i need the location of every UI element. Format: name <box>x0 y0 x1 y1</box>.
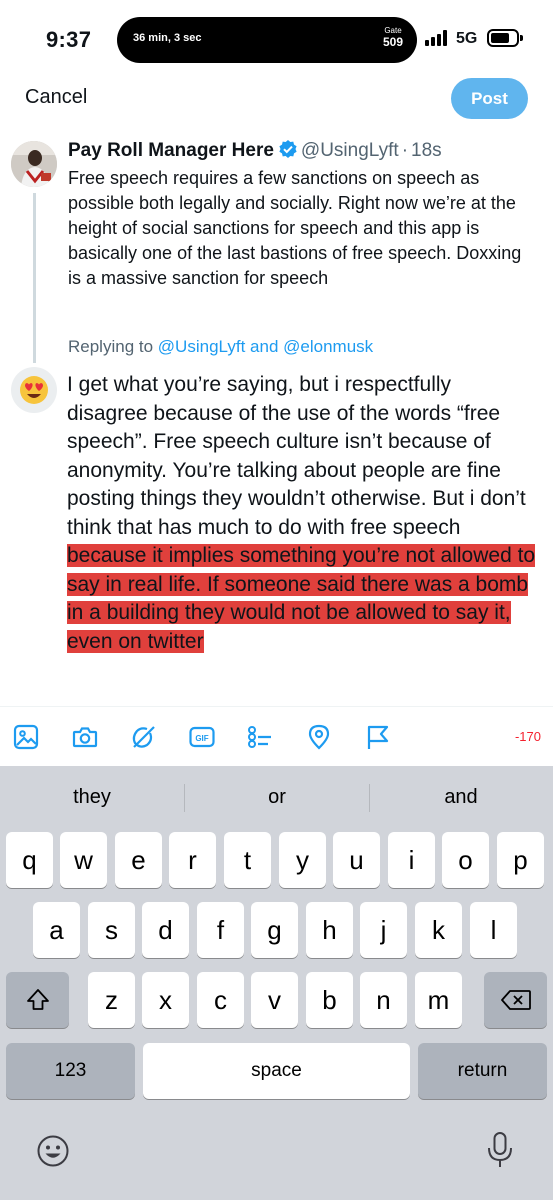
reply-text-area[interactable]: I get what you’re saying, but i respectf… <box>67 371 537 656</box>
verified-badge-icon <box>278 139 298 165</box>
return-key[interactable]: return <box>418 1043 547 1099</box>
key-b[interactable]: b <box>306 972 353 1028</box>
user-avatar[interactable] <box>11 367 57 413</box>
key-i[interactable]: i <box>388 832 435 888</box>
replying-prefix: Replying to <box>68 337 154 356</box>
tweet-header: Pay Roll Manager Here @UsingLyft · 18s <box>68 139 442 165</box>
separator-dot: · <box>401 140 409 161</box>
backspace-icon <box>500 990 531 1010</box>
key-u[interactable]: u <box>333 832 380 888</box>
key-d[interactable]: d <box>142 902 189 958</box>
original-tweet-text: Free speech requires a few sanctions on … <box>68 168 522 288</box>
location-icon[interactable] <box>305 723 333 751</box>
keyboard: they or and q w e r t y u i o p a s d f … <box>0 766 553 1200</box>
shift-icon <box>26 989 49 1010</box>
signal-icon <box>425 30 449 46</box>
key-r[interactable]: r <box>169 832 216 888</box>
replying-conjunction: and <box>250 337 279 356</box>
key-t[interactable]: t <box>224 832 271 888</box>
suggestion-and[interactable]: and <box>369 786 553 809</box>
compose-toolbar: GIF -170 <box>0 706 553 766</box>
image-icon[interactable] <box>12 723 40 751</box>
space-key[interactable]: space <box>143 1043 410 1099</box>
flag-icon[interactable] <box>364 723 392 751</box>
gif-label: GIF <box>195 734 208 743</box>
key-e[interactable]: e <box>115 832 162 888</box>
key-v[interactable]: v <box>251 972 298 1028</box>
live-activity-timer: 36 min, 3 sec <box>133 32 202 44</box>
poll-icon[interactable] <box>246 723 274 751</box>
key-l[interactable]: l <box>470 902 517 958</box>
dynamic-island[interactable]: 36 min, 3 sec Gate 509 <box>117 17 417 63</box>
original-tweet-avatar[interactable] <box>11 141 57 187</box>
key-m[interactable]: m <box>415 972 462 1028</box>
cancel-button[interactable]: Cancel <box>25 86 87 109</box>
tweet-timestamp: 18s <box>411 140 442 161</box>
shift-key[interactable] <box>6 972 69 1028</box>
key-y[interactable]: y <box>279 832 326 888</box>
status-time: 9:37 <box>46 27 92 52</box>
highlighted-text: because it implies something you’re not … <box>67 544 536 653</box>
replying-to: Replying to @UsingLyft and @elonmusk <box>68 337 373 357</box>
key-z[interactable]: z <box>88 972 135 1028</box>
key-q[interactable]: q <box>6 832 53 888</box>
key-h[interactable]: h <box>306 902 353 958</box>
key-p[interactable]: p <box>497 832 544 888</box>
key-o[interactable]: o <box>442 832 489 888</box>
reply-text: I get what you’re saying, but i respectf… <box>67 373 526 539</box>
gate-label: Gate <box>384 26 402 35</box>
key-f[interactable]: f <box>197 902 244 958</box>
suggestion-or[interactable]: or <box>185 786 369 809</box>
key-j[interactable]: j <box>360 902 407 958</box>
key-s[interactable]: s <box>88 902 135 958</box>
author-handle[interactable]: @UsingLyft <box>301 140 399 161</box>
gate-number: 509 <box>382 35 403 49</box>
numbers-key[interactable]: 123 <box>6 1043 135 1099</box>
key-g[interactable]: g <box>251 902 298 958</box>
key-w[interactable]: w <box>60 832 107 888</box>
key-c[interactable]: c <box>197 972 244 1028</box>
thread-line <box>33 193 36 363</box>
mention-usinglyft[interactable]: @UsingLyft <box>158 337 246 356</box>
network-type: 5G <box>456 30 478 47</box>
camera-icon[interactable] <box>71 723 99 751</box>
key-k[interactable]: k <box>415 902 462 958</box>
key-x[interactable]: x <box>142 972 189 1028</box>
battery-icon <box>487 29 519 47</box>
suggestion-they[interactable]: they <box>0 786 184 809</box>
key-a[interactable]: a <box>33 902 80 958</box>
author-name[interactable]: Pay Roll Manager Here <box>68 140 274 161</box>
gate-info: Gate 509 <box>383 26 403 49</box>
microphone-icon[interactable] <box>484 1130 516 1175</box>
gif-icon[interactable]: GIF <box>188 723 216 751</box>
backspace-key[interactable] <box>484 972 547 1028</box>
post-button[interactable]: Post <box>451 78 528 119</box>
emoji-keyboard-icon[interactable] <box>36 1134 70 1173</box>
mention-elonmusk[interactable]: @elonmusk <box>283 337 373 356</box>
grok-icon[interactable] <box>129 723 157 751</box>
status-bar: 9:37 36 min, 3 sec Gate 509 5G <box>0 0 553 80</box>
key-n[interactable]: n <box>360 972 407 1028</box>
character-count: -170 <box>514 729 541 744</box>
heart-eyes-emoji-icon <box>20 376 48 404</box>
suggestion-bar: they or and <box>0 766 553 828</box>
battery-tip <box>520 35 523 41</box>
